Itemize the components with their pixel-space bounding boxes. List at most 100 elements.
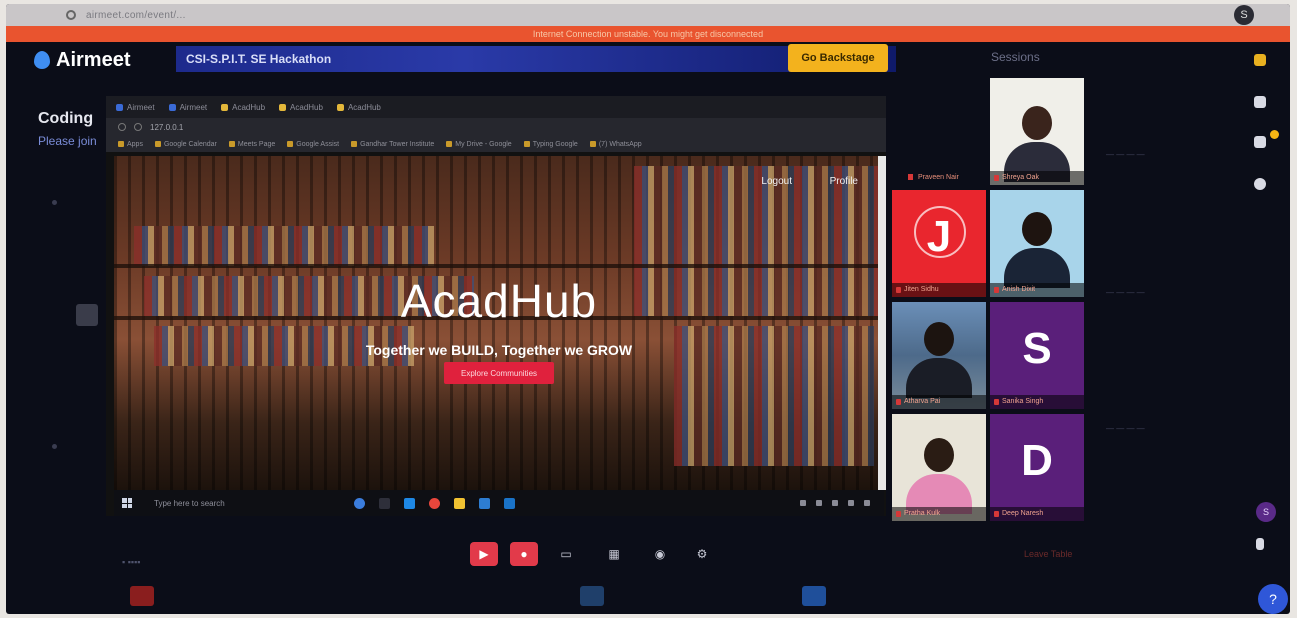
- exit-icon[interactable]: [1250, 538, 1270, 558]
- sidebar-dot: [52, 200, 57, 205]
- screen-share-button[interactable]: ▭: [552, 542, 580, 566]
- question-icon[interactable]: [1250, 178, 1270, 198]
- store-icon[interactable]: [479, 497, 490, 509]
- browser-tab[interactable]: Airmeet: [116, 103, 155, 112]
- system-tray: [800, 500, 870, 506]
- bookshelf-decor: [134, 226, 434, 266]
- participant-tile[interactable]: S Sanika Singh: [990, 302, 1084, 409]
- vscode-icon[interactable]: [504, 497, 515, 509]
- participant-tile[interactable]: D Deep Naresh: [990, 414, 1084, 521]
- browser-tab[interactable]: AcadHub: [279, 103, 323, 112]
- faint-text: — — — —: [1106, 424, 1145, 433]
- participant-name: Pratha Kulk: [892, 507, 986, 521]
- browser-profile-avatar[interactable]: S: [1234, 5, 1254, 25]
- participant-tile[interactable]: Shreya Oak: [990, 78, 1084, 185]
- sidebar-dot: [52, 444, 57, 449]
- users-icon[interactable]: [1250, 96, 1270, 116]
- acadhub-page: Logout Profile AcadHub Together we BUILD…: [114, 156, 884, 490]
- shared-url[interactable]: 127.0.0.1: [150, 123, 183, 132]
- tab-favicon-icon: [279, 103, 287, 111]
- faint-text: — — — —: [1106, 150, 1145, 159]
- monitor-screen: airmeet.com/event/... S Internet Connect…: [6, 4, 1290, 614]
- tray-icon[interactable]: [864, 500, 870, 506]
- bookmark[interactable]: My Drive - Google: [446, 141, 512, 148]
- task-view-icon[interactable]: [379, 497, 390, 509]
- tray-icon[interactable]: [816, 500, 822, 506]
- edge-icon[interactable]: [404, 497, 415, 509]
- bookmark[interactable]: Google Assist: [287, 141, 339, 148]
- layout-button[interactable]: ▦: [600, 542, 628, 566]
- back-icon[interactable]: [118, 123, 126, 131]
- shared-screen: Airmeet Airmeet AcadHub AcadHub AcadHub …: [106, 96, 886, 516]
- leave-table-link[interactable]: Leave Table: [1024, 549, 1072, 559]
- bookmark-icon: [351, 141, 358, 147]
- tray-icon[interactable]: [832, 500, 838, 506]
- participant-name: Shreya Oak: [990, 171, 1084, 185]
- tray-icon[interactable]: [800, 500, 806, 506]
- bookmark-icon: [154, 141, 161, 147]
- cortana-icon[interactable]: [354, 497, 365, 509]
- bottom-blue-square[interactable]: [802, 586, 826, 606]
- file-explorer-icon[interactable]: [454, 497, 465, 509]
- participant-name: Jiten Sidhu: [892, 283, 986, 297]
- participant-tile[interactable]: Atharva Pai: [892, 302, 986, 409]
- participant-tile[interactable]: J Jiten Sidhu: [892, 190, 986, 297]
- event-badge-icon[interactable]: [1250, 54, 1270, 74]
- brand-name: Airmeet: [56, 48, 131, 71]
- explore-communities-button[interactable]: Explore Communities: [444, 362, 554, 384]
- participant-video: [906, 322, 972, 398]
- airmeet-drop-icon: [34, 51, 50, 69]
- bookmark[interactable]: Apps: [118, 141, 143, 148]
- help-button[interactable]: ?: [1258, 584, 1288, 614]
- bottom-blue-square[interactable]: [580, 586, 604, 606]
- bottom-left-dim: ▪ ▪▪▪▪: [122, 557, 141, 567]
- forward-icon[interactable]: [134, 123, 142, 131]
- bookmark[interactable]: Google Calendar: [154, 141, 217, 148]
- bookmark[interactable]: Typing Google: [523, 141, 578, 148]
- participant-name: Atharva Pai: [892, 395, 986, 409]
- session-subtitle: Please join: [38, 134, 97, 148]
- participant-name: Anish Dixit: [990, 283, 1084, 297]
- tray-icon[interactable]: [848, 500, 854, 506]
- tab-favicon-icon: [336, 103, 344, 111]
- logout-link[interactable]: Logout: [761, 176, 792, 187]
- participant-name: Deep Naresh: [990, 507, 1084, 521]
- user-avatar[interactable]: S: [1256, 502, 1276, 522]
- sessions-tab[interactable]: Sessions: [991, 50, 1040, 64]
- small-thumbnail[interactable]: [76, 304, 98, 326]
- participant-tile[interactable]: Anish Dixit: [990, 190, 1084, 297]
- bookmark[interactable]: Gandhar Tower Institute: [351, 141, 434, 148]
- browser-tab[interactable]: AcadHub: [221, 103, 265, 112]
- bookmark-icon: [446, 141, 453, 147]
- participant-name: Praveen Nair: [908, 174, 959, 181]
- camera-toggle-button[interactable]: ▶: [470, 542, 498, 566]
- chrome-icon[interactable]: [429, 497, 440, 509]
- taskbar-search[interactable]: Type here to search: [154, 499, 314, 508]
- participant-video: [906, 438, 972, 514]
- browser-tab[interactable]: Airmeet: [168, 103, 207, 112]
- bottom-red-square[interactable]: [130, 586, 154, 606]
- session-title: Coding: [38, 110, 94, 127]
- participant-initial: D: [1021, 436, 1053, 485]
- bookmark[interactable]: Meets Page: [228, 141, 275, 148]
- browser-tab[interactable]: AcadHub: [336, 103, 381, 112]
- browser-address-bar: airmeet.com/event/... S: [6, 4, 1290, 26]
- url-text[interactable]: airmeet.com/event/...: [86, 10, 186, 21]
- go-backstage-button[interactable]: Go Backstage: [788, 44, 888, 72]
- connection-warning: Internet Connection unstable. You might …: [6, 26, 1290, 42]
- page-scrollbar[interactable]: [878, 156, 886, 490]
- participant-initial: S: [1022, 324, 1052, 373]
- chat-icon[interactable]: [1250, 136, 1270, 156]
- bookmark-icon: [118, 141, 124, 147]
- windows-start-icon[interactable]: [122, 498, 132, 508]
- mic-toggle-button[interactable]: ●: [510, 542, 538, 566]
- settings-gear-button[interactable]: ⚙: [688, 542, 716, 566]
- reload-icon[interactable]: [66, 10, 76, 20]
- profile-link[interactable]: Profile: [830, 176, 858, 187]
- chat-button[interactable]: ◉: [646, 542, 674, 566]
- participant-tile[interactable]: Pratha Kulk: [892, 414, 986, 521]
- tab-favicon-icon: [168, 103, 176, 111]
- bookmark[interactable]: (7) WhatsApp: [589, 141, 642, 148]
- airmeet-header: Airmeet CSI-S.P.I.T. SE Hackathon Go Bac…: [6, 42, 1290, 78]
- shared-omnibox: 127.0.0.1: [106, 118, 886, 136]
